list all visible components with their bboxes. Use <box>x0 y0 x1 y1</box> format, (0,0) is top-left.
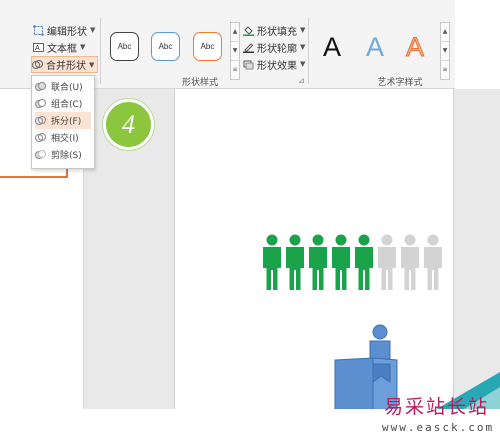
merge-shapes-menu: 联合(U) 组合(C) 拆分(F) 相交(I) 剪除(S) <box>31 75 95 169</box>
shape-effects-label: 形状效果 <box>257 60 297 72</box>
chevron-down-icon: ▼ <box>300 43 306 51</box>
step-number-badge: 4 <box>103 99 154 150</box>
shape-style-gallery-scroll[interactable]: ▲ ▼ ≡ <box>230 22 240 80</box>
menu-item-intersect-label: 相交(I) <box>51 134 79 144</box>
dialog-launcher-icon[interactable]: ⊿ <box>298 76 305 85</box>
chevron-down-icon: ▼ <box>300 26 306 34</box>
watermark-text: 易采站长站 <box>384 396 490 418</box>
gallery-expand-icon[interactable]: ≡ <box>441 61 449 79</box>
svg-text:A: A <box>35 45 40 52</box>
person-empty-icon <box>401 234 419 290</box>
fragment-icon <box>35 116 46 125</box>
shape-style-2[interactable]: Abc <box>151 32 180 61</box>
art-style-black-letter: A <box>323 32 342 62</box>
shape-effects-icon <box>243 60 254 69</box>
shape-fill-button[interactable]: 形状填充 ▼ <box>243 22 305 38</box>
art-style-blue-letter: A <box>366 32 385 62</box>
menu-item-fragment-label: 拆分(F) <box>51 117 82 127</box>
menu-item-combine[interactable]: 组合(C) <box>35 95 91 112</box>
menu-item-subtract-label: 剪除(S) <box>51 151 82 161</box>
subtract-icon <box>35 150 46 159</box>
paint-bucket-icon <box>243 25 254 36</box>
person-filled-icon <box>332 234 350 290</box>
union-icon <box>35 82 46 91</box>
shape-style-2-label: Abc <box>158 42 173 51</box>
scroll-down-icon[interactable]: ▼ <box>231 42 239 61</box>
shape-styles-group-label: 形状样式 <box>181 78 218 88</box>
intersect-icon <box>35 133 46 142</box>
person-filled-icon <box>355 234 373 290</box>
menu-item-intersect[interactable]: 相交(I) <box>35 129 91 146</box>
combine-icon <box>35 99 46 108</box>
text-box-icon: A <box>33 42 44 52</box>
shape-effects-button[interactable]: 形状效果 ▼ <box>243 56 305 72</box>
shape-style-1-label: Abc <box>117 42 132 51</box>
art-style-orange-letter: A <box>405 32 425 63</box>
chevron-down-icon: ▼ <box>300 60 306 68</box>
people-pictogram[interactable] <box>262 234 452 292</box>
person-filled-icon <box>309 234 327 290</box>
merge-shapes-button[interactable]: 合并形状 ▼ <box>31 56 98 73</box>
chevron-down-icon: ▼ <box>89 60 95 69</box>
edit-shape-icon <box>33 24 44 36</box>
menu-item-union[interactable]: 联合(U) <box>35 78 91 95</box>
scroll-down-icon[interactable]: ▼ <box>441 42 449 61</box>
ribbon-separator <box>100 18 101 84</box>
person-empty-icon <box>424 234 442 290</box>
shape-fill-label: 形状填充 <box>257 26 297 38</box>
person-filled-icon <box>286 234 304 290</box>
person-filled-icon <box>263 234 281 290</box>
art-style-blue[interactable]: A <box>366 32 384 63</box>
shape-outline-label: 形状轮廓 <box>257 43 297 55</box>
pencil-icon <box>243 42 254 53</box>
text-box-button[interactable]: A 文本框 ▼ <box>33 39 85 55</box>
shape-style-3[interactable]: Abc <box>193 32 222 61</box>
scroll-up-icon[interactable]: ▲ <box>441 23 449 42</box>
menu-item-union-label: 联合(U) <box>51 83 83 93</box>
text-box-label: 文本框 <box>47 43 77 55</box>
shape-outline-button[interactable]: 形状轮廓 ▼ <box>243 39 305 55</box>
ribbon-separator <box>308 18 309 84</box>
art-style-gallery-scroll[interactable]: ▲ ▼ ≡ <box>440 22 450 80</box>
art-style-orange[interactable]: A <box>405 32 425 63</box>
edit-shape-button[interactable]: 编辑形状 ▼ <box>33 22 95 38</box>
chevron-down-icon: ▼ <box>80 43 86 51</box>
merge-shapes-label: 合并形状 <box>46 61 86 72</box>
person-empty-icon <box>378 234 396 290</box>
menu-item-fragment[interactable]: 拆分(F) <box>35 112 91 129</box>
scroll-up-icon[interactable]: ▲ <box>231 23 239 42</box>
edit-shape-label: 编辑形状 <box>47 26 87 38</box>
shape-style-1[interactable]: Abc <box>110 32 139 61</box>
menu-item-subtract[interactable]: 剪除(S) <box>35 146 91 163</box>
art-text-styles-group-label: 艺术字样式 <box>377 78 423 88</box>
watermark-url: www.easck.com <box>382 421 495 434</box>
menu-item-combine-label: 组合(C) <box>51 100 83 110</box>
ribbon-right-area <box>455 0 500 88</box>
art-style-black[interactable]: A <box>323 32 341 63</box>
merge-shapes-icon <box>32 60 43 69</box>
shape-style-3-label: Abc <box>200 42 215 51</box>
chevron-down-icon: ▼ <box>90 26 96 34</box>
